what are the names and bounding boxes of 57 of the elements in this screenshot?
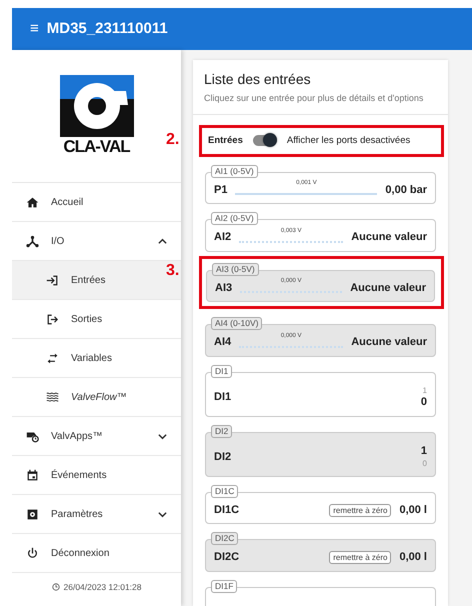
input-name: AI3 bbox=[215, 280, 232, 296]
input-value: Aucune valeur bbox=[351, 230, 427, 246]
state-value: 0 bbox=[422, 458, 427, 469]
section-label: Entrées bbox=[208, 134, 243, 148]
input-name: DI1 bbox=[214, 390, 232, 404]
nodes-icon bbox=[26, 234, 39, 248]
panel-subtitle: Cliquez sur une entrée pour plus de détails et d'options bbox=[193, 90, 448, 114]
port-tag: DI1 bbox=[211, 364, 232, 378]
clock-icon bbox=[52, 583, 60, 592]
port-tag: AI1 (0-5V) bbox=[211, 164, 258, 178]
port-tag: AI4 (0-10V) bbox=[211, 317, 262, 330]
sidebar-item[interactable]: Sorties bbox=[12, 300, 181, 339]
input-value: 0,00 l bbox=[399, 550, 427, 566]
panel-title: Liste des entrées bbox=[203, 70, 312, 89]
company-logo: CLA-VAL bbox=[58, 75, 136, 157]
sidebar-item[interactable]: Déconnexion bbox=[12, 534, 181, 573]
annotation-label: 3. bbox=[166, 260, 180, 281]
sidebar-item[interactable]: Paramètres bbox=[12, 495, 181, 534]
sidebar-item[interactable]: Accueil bbox=[12, 183, 181, 222]
annotation-label: 2. bbox=[166, 130, 180, 150]
state-value: 0 bbox=[420, 396, 427, 409]
input-value: Aucune valeur bbox=[351, 335, 427, 350]
switch-label: Afficher les ports desactivées bbox=[286, 134, 410, 148]
port-tag: DI2 bbox=[211, 424, 232, 438]
swap-arrows-icon bbox=[46, 352, 59, 364]
port-tag: AI3 (0-5V) bbox=[212, 262, 259, 276]
port-tag: DI1C bbox=[211, 484, 238, 498]
input-name: P1 bbox=[214, 182, 228, 198]
toggle-switch[interactable] bbox=[252, 135, 277, 146]
sidebar-item[interactable]: ValvApps™ bbox=[12, 417, 181, 456]
login-icon bbox=[46, 274, 59, 286]
input-name: DI2 bbox=[214, 450, 232, 464]
port-tag: AI2 (0-5V) bbox=[211, 212, 258, 226]
input-value: 0,00 bar bbox=[385, 182, 427, 198]
input-name: DI1C bbox=[214, 502, 240, 518]
logout-icon bbox=[46, 312, 59, 326]
input-value: 0,00 l bbox=[399, 502, 427, 518]
sidebar-item[interactable]: Variables bbox=[12, 339, 181, 378]
sidebar-item[interactable]: Événements bbox=[12, 456, 181, 495]
home-icon bbox=[26, 196, 39, 208]
calendar-icon bbox=[26, 468, 39, 482]
power-icon bbox=[26, 546, 39, 560]
state-value: 1 bbox=[420, 444, 427, 458]
reset-button[interactable]: remettre à zéro bbox=[329, 504, 392, 516]
port-tag: DI2C bbox=[211, 532, 238, 546]
input-name: DI2C bbox=[214, 550, 240, 566]
input-name: AI2 bbox=[214, 230, 232, 246]
waves-icon bbox=[46, 390, 59, 404]
device-title: MD35_231110011 bbox=[46, 18, 168, 39]
sidebar-item[interactable]: ValveFlow™ bbox=[12, 378, 181, 417]
menu-icon[interactable]: ≡ bbox=[30, 18, 39, 40]
input-name: AI4 bbox=[214, 335, 232, 350]
input-value: Aucune valeur bbox=[350, 280, 426, 296]
state-value: 1 bbox=[422, 384, 427, 396]
timestamp: 26/04/2023 12:01:28 bbox=[64, 581, 142, 594]
settings-icon bbox=[26, 508, 39, 520]
port-tag: DI1F bbox=[211, 580, 238, 593]
